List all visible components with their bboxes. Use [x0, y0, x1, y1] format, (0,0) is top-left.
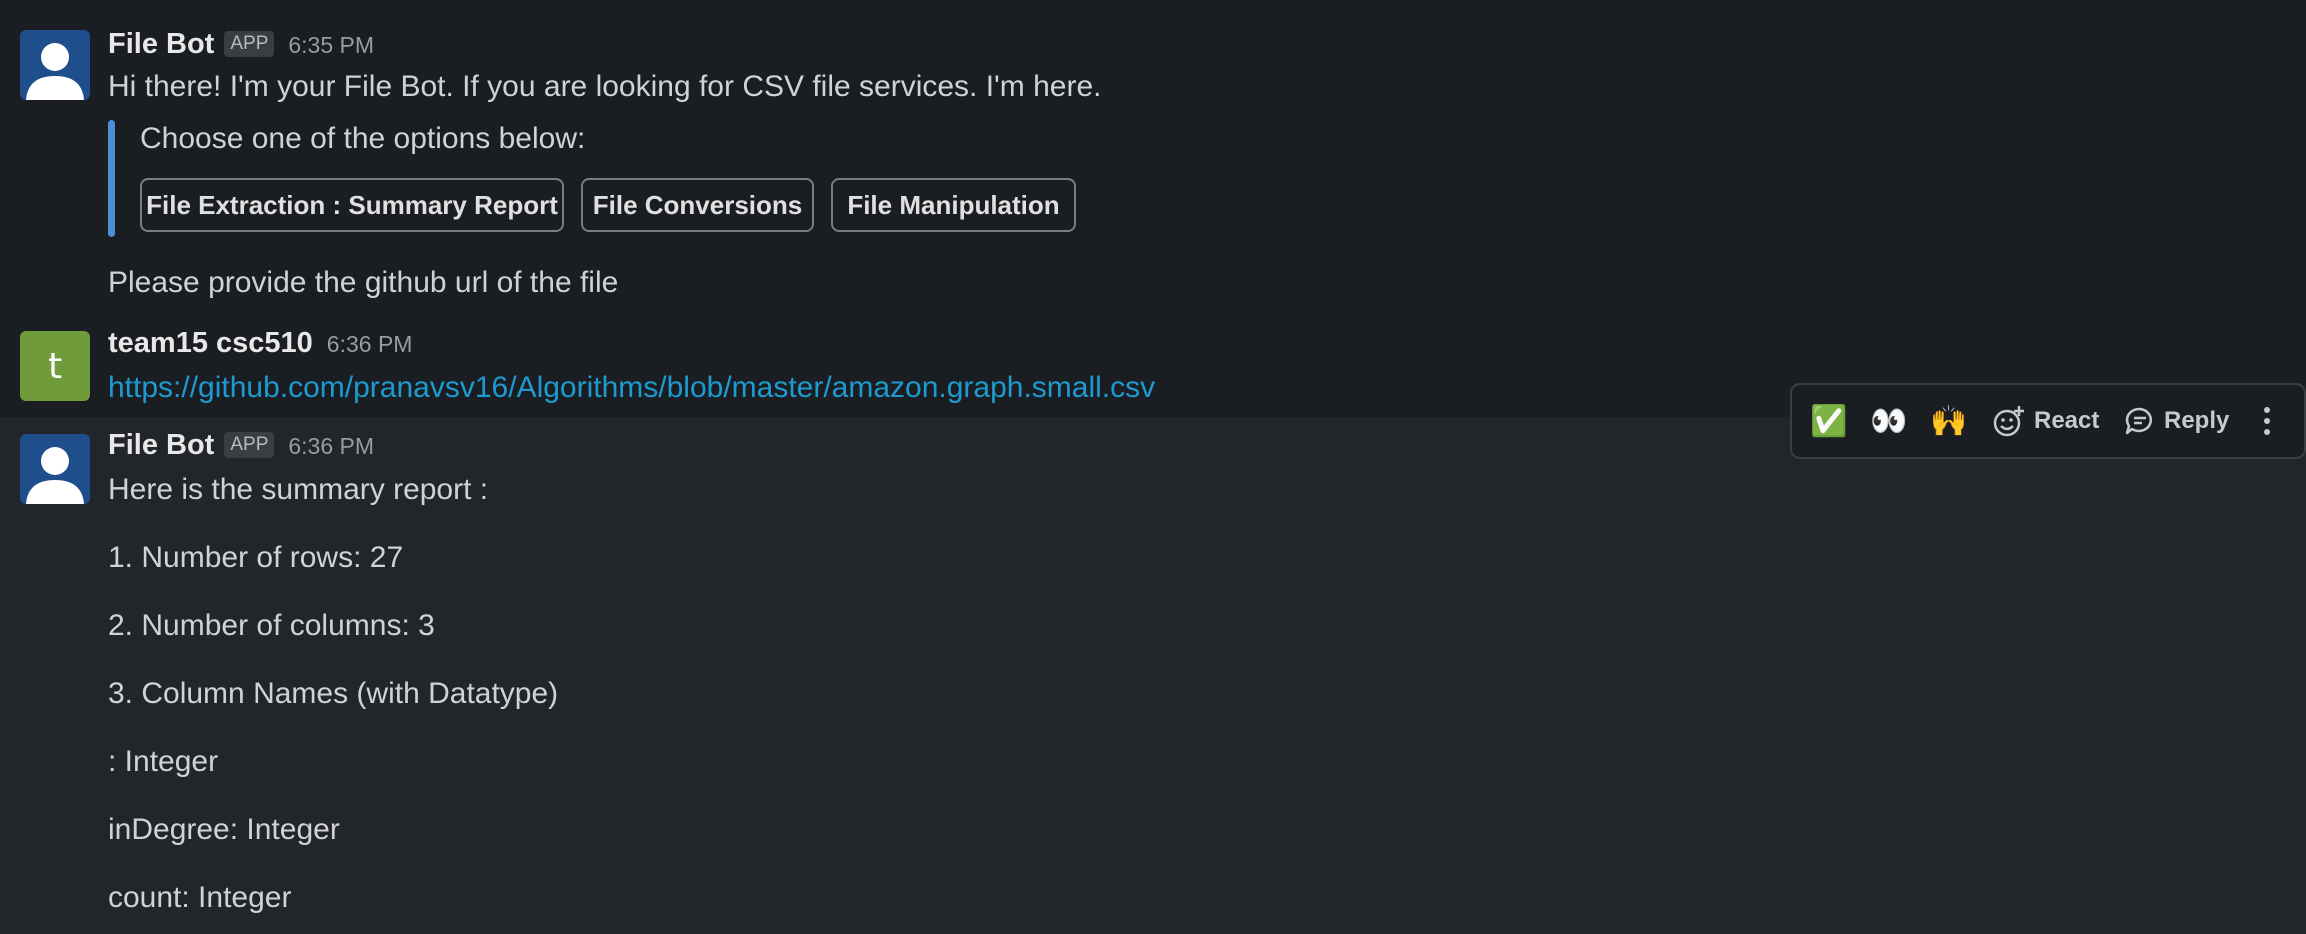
summary-line: 2. Number of columns: 3 — [108, 609, 435, 642]
summary-line: count: Integer — [108, 881, 292, 914]
attachment-prompt: Choose one of the options below: — [140, 122, 586, 155]
bot-avatar[interactable] — [20, 30, 90, 100]
user-avatar[interactable]: t — [20, 331, 90, 401]
message-text: Hi there! I'm your File Bot. If you are … — [108, 70, 1102, 103]
message-file-bot-1: File Bot APP 6:35 PM Hi there! I'm your … — [0, 0, 2306, 305]
app-badge: APP — [224, 432, 275, 458]
reply-icon — [2124, 405, 2156, 437]
message-actions-toolbar: ✅ 👀 🙌 React Reply — [1790, 383, 2306, 459]
user-silhouette-icon — [26, 43, 84, 100]
more-actions-icon — [2260, 404, 2274, 438]
add-reaction-icon — [1992, 404, 2026, 438]
bot-avatar[interactable] — [20, 434, 90, 504]
file-manipulation-button[interactable]: File Manipulation — [831, 178, 1076, 232]
file-extraction-button[interactable]: File Extraction : Summary Report — [140, 178, 564, 232]
app-badge: APP — [224, 31, 275, 57]
avatar-letter: t — [47, 345, 63, 387]
author-name[interactable]: File Bot — [108, 28, 214, 61]
timestamp[interactable]: 6:36 PM — [327, 331, 413, 358]
raised-hands-emoji: 🙌 — [1930, 403, 1968, 439]
message-header: File Bot APP 6:35 PM — [108, 28, 374, 61]
more-actions-button[interactable] — [2260, 385, 2274, 457]
react-label: React — [2034, 407, 2100, 434]
timestamp[interactable]: 6:35 PM — [288, 32, 374, 59]
quick-reaction-raised-hands[interactable]: 🙌 — [1930, 385, 1967, 457]
react-button[interactable]: React — [1992, 385, 2099, 457]
quick-reaction-eyes[interactable]: 👀 — [1870, 385, 1907, 457]
message-file-bot-2: File Bot APP 6:36 PM Here is the summary… — [0, 417, 2306, 934]
summary-line: inDegree: Integer — [108, 813, 340, 846]
summary-line: 1. Number of rows: 27 — [108, 541, 404, 574]
reply-label: Reply — [2164, 407, 2230, 434]
user-silhouette-icon — [26, 447, 84, 504]
followup-text: Please provide the github url of the fil… — [108, 266, 619, 299]
author-name[interactable]: team15 csc510 — [108, 327, 313, 360]
message-header: File Bot APP 6:36 PM — [108, 429, 374, 462]
summary-line: : Integer — [108, 745, 219, 778]
summary-line: Here is the summary report : — [108, 473, 489, 506]
timestamp[interactable]: 6:36 PM — [288, 433, 374, 460]
check-mark-emoji: ✅ — [1810, 403, 1848, 439]
reply-button[interactable]: Reply — [2124, 385, 2229, 457]
eyes-emoji: 👀 — [1870, 403, 1908, 439]
message-header: team15 csc510 6:36 PM — [108, 327, 412, 360]
quick-reaction-check[interactable]: ✅ — [1810, 385, 1847, 457]
summary-line: 3. Column Names (with Datatype) — [108, 677, 559, 710]
github-link[interactable]: https://github.com/pranavsv16/Algorithms… — [108, 371, 1155, 405]
author-name[interactable]: File Bot — [108, 429, 214, 462]
file-conversions-button[interactable]: File Conversions — [581, 178, 814, 232]
attachment-bar — [108, 120, 115, 237]
